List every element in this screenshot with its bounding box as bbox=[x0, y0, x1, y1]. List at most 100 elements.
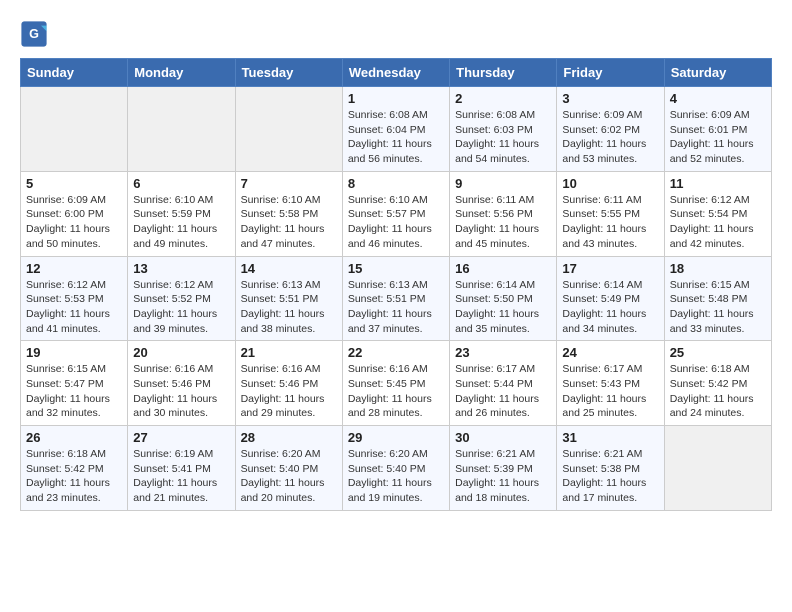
day-info: Sunrise: 6:12 AM Sunset: 5:52 PM Dayligh… bbox=[133, 278, 229, 337]
day-number: 2 bbox=[455, 91, 551, 106]
day-info: Sunrise: 6:10 AM Sunset: 5:57 PM Dayligh… bbox=[348, 193, 444, 252]
svg-text:G: G bbox=[29, 27, 39, 41]
calendar-table: SundayMondayTuesdayWednesdayThursdayFrid… bbox=[20, 58, 772, 511]
calendar-cell: 21 Sunrise: 6:16 AM Sunset: 5:46 PM Dayli… bbox=[235, 341, 342, 426]
day-number: 18 bbox=[670, 261, 766, 276]
weekday-header-tuesday: Tuesday bbox=[235, 59, 342, 87]
calendar-cell: 8 Sunrise: 6:10 AM Sunset: 5:57 PM Daylig… bbox=[342, 171, 449, 256]
day-number: 16 bbox=[455, 261, 551, 276]
page-header: G bbox=[20, 20, 772, 48]
calendar-cell: 3Sunrise: 6:09 AM Sunset: 6:02 PM Daylig… bbox=[557, 87, 664, 172]
calendar-cell: 9 Sunrise: 6:11 AM Sunset: 5:56 PM Daylig… bbox=[450, 171, 557, 256]
weekday-header-friday: Friday bbox=[557, 59, 664, 87]
day-info: Sunrise: 6:11 AM Sunset: 5:55 PM Dayligh… bbox=[562, 193, 658, 252]
week-row-2: 5Sunrise: 6:09 AM Sunset: 6:00 PM Daylig… bbox=[21, 171, 772, 256]
week-row-5: 26Sunrise: 6:18 AM Sunset: 5:42 PM Dayli… bbox=[21, 426, 772, 511]
day-number: 6 bbox=[133, 176, 229, 191]
calendar-cell: 16 Sunrise: 6:14 AM Sunset: 5:50 PM Dayli… bbox=[450, 256, 557, 341]
day-number: 17 bbox=[562, 261, 658, 276]
day-number: 11 bbox=[670, 176, 766, 191]
day-info: Sunrise: 6:13 AM Sunset: 5:51 PM Dayligh… bbox=[241, 278, 337, 337]
day-info: Sunrise: 6:17 AM Sunset: 5:44 PM Dayligh… bbox=[455, 362, 551, 421]
day-number: 13 bbox=[133, 261, 229, 276]
day-number: 12 bbox=[26, 261, 122, 276]
calendar-cell bbox=[235, 87, 342, 172]
weekday-header-wednesday: Wednesday bbox=[342, 59, 449, 87]
calendar-cell: 11 Sunrise: 6:12 AM Sunset: 5:54 PM Dayli… bbox=[664, 171, 771, 256]
calendar-cell: 24 Sunrise: 6:17 AM Sunset: 5:43 PM Dayli… bbox=[557, 341, 664, 426]
day-info: Sunrise: 6:10 AM Sunset: 5:58 PM Dayligh… bbox=[241, 193, 337, 252]
calendar-cell: 28 Sunrise: 6:20 AM Sunset: 5:40 PM Dayli… bbox=[235, 426, 342, 511]
calendar-cell: 13 Sunrise: 6:12 AM Sunset: 5:52 PM Dayli… bbox=[128, 256, 235, 341]
day-info: Sunrise: 6:17 AM Sunset: 5:43 PM Dayligh… bbox=[562, 362, 658, 421]
calendar-cell: 15Sunrise: 6:13 AM Sunset: 5:51 PM Dayli… bbox=[342, 256, 449, 341]
day-info: Sunrise: 6:14 AM Sunset: 5:50 PM Dayligh… bbox=[455, 278, 551, 337]
day-info: Sunrise: 6:12 AM Sunset: 5:54 PM Dayligh… bbox=[670, 193, 766, 252]
calendar-cell: 20Sunrise: 6:16 AM Sunset: 5:46 PM Dayli… bbox=[128, 341, 235, 426]
calendar-header: SundayMondayTuesdayWednesdayThursdayFrid… bbox=[21, 59, 772, 87]
day-number: 24 bbox=[562, 345, 658, 360]
calendar-cell: 1Sunrise: 6:08 AM Sunset: 6:04 PM Daylig… bbox=[342, 87, 449, 172]
day-info: Sunrise: 6:08 AM Sunset: 6:04 PM Dayligh… bbox=[348, 108, 444, 167]
calendar-cell: 6 Sunrise: 6:10 AM Sunset: 5:59 PM Daylig… bbox=[128, 171, 235, 256]
day-info: Sunrise: 6:21 AM Sunset: 5:38 PM Dayligh… bbox=[562, 447, 658, 506]
day-number: 9 bbox=[455, 176, 551, 191]
week-row-4: 19Sunrise: 6:15 AM Sunset: 5:47 PM Dayli… bbox=[21, 341, 772, 426]
day-info: Sunrise: 6:18 AM Sunset: 5:42 PM Dayligh… bbox=[670, 362, 766, 421]
calendar-cell: 2 Sunrise: 6:08 AM Sunset: 6:03 PM Daylig… bbox=[450, 87, 557, 172]
day-info: Sunrise: 6:11 AM Sunset: 5:56 PM Dayligh… bbox=[455, 193, 551, 252]
day-info: Sunrise: 6:12 AM Sunset: 5:53 PM Dayligh… bbox=[26, 278, 122, 337]
calendar-cell: 31 Sunrise: 6:21 AM Sunset: 5:38 PM Dayli… bbox=[557, 426, 664, 511]
weekday-header-monday: Monday bbox=[128, 59, 235, 87]
day-info: Sunrise: 6:08 AM Sunset: 6:03 PM Dayligh… bbox=[455, 108, 551, 167]
day-info: Sunrise: 6:10 AM Sunset: 5:59 PM Dayligh… bbox=[133, 193, 229, 252]
calendar-cell: 5Sunrise: 6:09 AM Sunset: 6:00 PM Daylig… bbox=[21, 171, 128, 256]
day-number: 4 bbox=[670, 91, 766, 106]
logo: G bbox=[20, 20, 50, 48]
day-info: Sunrise: 6:20 AM Sunset: 5:40 PM Dayligh… bbox=[348, 447, 444, 506]
weekday-row: SundayMondayTuesdayWednesdayThursdayFrid… bbox=[21, 59, 772, 87]
day-number: 27 bbox=[133, 430, 229, 445]
day-number: 23 bbox=[455, 345, 551, 360]
calendar-body: 1Sunrise: 6:08 AM Sunset: 6:04 PM Daylig… bbox=[21, 87, 772, 511]
calendar-cell: 22Sunrise: 6:16 AM Sunset: 5:45 PM Dayli… bbox=[342, 341, 449, 426]
day-info: Sunrise: 6:15 AM Sunset: 5:47 PM Dayligh… bbox=[26, 362, 122, 421]
calendar-cell: 4 Sunrise: 6:09 AM Sunset: 6:01 PM Daylig… bbox=[664, 87, 771, 172]
calendar-cell bbox=[128, 87, 235, 172]
day-number: 10 bbox=[562, 176, 658, 191]
calendar-cell: 7 Sunrise: 6:10 AM Sunset: 5:58 PM Daylig… bbox=[235, 171, 342, 256]
day-info: Sunrise: 6:13 AM Sunset: 5:51 PM Dayligh… bbox=[348, 278, 444, 337]
day-info: Sunrise: 6:15 AM Sunset: 5:48 PM Dayligh… bbox=[670, 278, 766, 337]
day-number: 26 bbox=[26, 430, 122, 445]
day-info: Sunrise: 6:09 AM Sunset: 6:01 PM Dayligh… bbox=[670, 108, 766, 167]
day-info: Sunrise: 6:21 AM Sunset: 5:39 PM Dayligh… bbox=[455, 447, 551, 506]
calendar-cell: 27Sunrise: 6:19 AM Sunset: 5:41 PM Dayli… bbox=[128, 426, 235, 511]
day-number: 7 bbox=[241, 176, 337, 191]
day-info: Sunrise: 6:09 AM Sunset: 6:00 PM Dayligh… bbox=[26, 193, 122, 252]
week-row-3: 12 Sunrise: 6:12 AM Sunset: 5:53 PM Dayli… bbox=[21, 256, 772, 341]
calendar-cell: 17 Sunrise: 6:14 AM Sunset: 5:49 PM Dayli… bbox=[557, 256, 664, 341]
day-info: Sunrise: 6:16 AM Sunset: 5:46 PM Dayligh… bbox=[133, 362, 229, 421]
calendar-cell: 29 Sunrise: 6:20 AM Sunset: 5:40 PM Dayli… bbox=[342, 426, 449, 511]
day-number: 8 bbox=[348, 176, 444, 191]
day-info: Sunrise: 6:14 AM Sunset: 5:49 PM Dayligh… bbox=[562, 278, 658, 337]
day-number: 25 bbox=[670, 345, 766, 360]
logo-icon: G bbox=[20, 20, 48, 48]
calendar-cell: 18 Sunrise: 6:15 AM Sunset: 5:48 PM Dayli… bbox=[664, 256, 771, 341]
day-info: Sunrise: 6:20 AM Sunset: 5:40 PM Dayligh… bbox=[241, 447, 337, 506]
calendar-cell: 14 Sunrise: 6:13 AM Sunset: 5:51 PM Dayli… bbox=[235, 256, 342, 341]
calendar-cell: 25 Sunrise: 6:18 AM Sunset: 5:42 PM Dayli… bbox=[664, 341, 771, 426]
day-number: 31 bbox=[562, 430, 658, 445]
weekday-header-sunday: Sunday bbox=[21, 59, 128, 87]
calendar-cell: 26Sunrise: 6:18 AM Sunset: 5:42 PM Dayli… bbox=[21, 426, 128, 511]
day-number: 21 bbox=[241, 345, 337, 360]
calendar-cell: 12 Sunrise: 6:12 AM Sunset: 5:53 PM Dayli… bbox=[21, 256, 128, 341]
day-info: Sunrise: 6:16 AM Sunset: 5:45 PM Dayligh… bbox=[348, 362, 444, 421]
day-info: Sunrise: 6:16 AM Sunset: 5:46 PM Dayligh… bbox=[241, 362, 337, 421]
day-number: 29 bbox=[348, 430, 444, 445]
day-number: 28 bbox=[241, 430, 337, 445]
calendar-cell: 10 Sunrise: 6:11 AM Sunset: 5:55 PM Dayli… bbox=[557, 171, 664, 256]
day-number: 14 bbox=[241, 261, 337, 276]
day-number: 30 bbox=[455, 430, 551, 445]
calendar-cell bbox=[21, 87, 128, 172]
